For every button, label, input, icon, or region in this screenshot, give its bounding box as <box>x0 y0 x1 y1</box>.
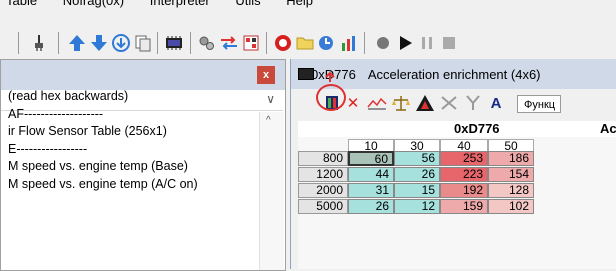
copy-page-icon[interactable] <box>132 32 154 54</box>
chevron-down-icon[interactable]: ∨ <box>266 92 275 106</box>
table-cell[interactable]: 223 <box>440 167 488 182</box>
toolbar-separator <box>58 32 59 54</box>
download-circle-icon[interactable] <box>110 32 132 54</box>
toolbar-separator <box>190 32 191 54</box>
usb-plug-icon[interactable] <box>28 32 50 54</box>
table-cell[interactable]: 44 <box>348 167 394 182</box>
table-grid-title-name: Ac <box>600 121 616 136</box>
scrollbar[interactable]: ^ <box>259 112 284 270</box>
menu-help[interactable]: Help <box>286 0 313 8</box>
table-cell[interactable]: 31 <box>348 183 394 198</box>
toolbar-separator <box>266 32 267 54</box>
table-cell[interactable]: 26 <box>348 199 394 214</box>
delete-icon[interactable]: ✕ <box>345 94 361 112</box>
triangle-a-icon[interactable] <box>415 94 435 112</box>
stop-square-icon[interactable] <box>438 32 460 54</box>
menu-bar: Table Nofrag(0x) Interpreter Utils Help <box>0 0 616 14</box>
record-icon[interactable] <box>372 32 394 54</box>
flag-chart-icon[interactable] <box>240 32 262 54</box>
row-header: 1200 <box>298 167 348 182</box>
annotation-arrow-icon <box>325 71 335 82</box>
table-name: Acceleration enrichment (4x6) <box>367 66 541 82</box>
table-grid-title-address: 0xD776 <box>454 121 500 136</box>
list-item[interactable]: M speed vs. engine temp (Base) <box>8 158 198 176</box>
chip-icon <box>298 68 314 80</box>
main-toolbar <box>0 14 616 54</box>
menu-utils[interactable]: Utils <box>235 0 260 8</box>
table-cell[interactable]: 192 <box>440 183 488 198</box>
toolbar-separator <box>157 32 158 54</box>
menu-interpreter[interactable]: Interpreter <box>150 0 210 8</box>
arrow-down-icon[interactable] <box>88 32 110 54</box>
line-chart-icon[interactable] <box>367 94 387 112</box>
swap-arrows-icon[interactable] <box>218 32 240 54</box>
list-item[interactable]: E----------------- <box>8 141 198 159</box>
table-cell[interactable]: 15 <box>394 183 440 198</box>
list-item[interactable]: ir Flow Sensor Table (256x1) <box>8 123 198 141</box>
column-header: 50 <box>488 139 534 152</box>
toolbar-separator <box>364 32 365 54</box>
row-header: 800 <box>298 151 348 166</box>
table-cell[interactable]: 26 <box>394 167 440 182</box>
close-icon[interactable]: x <box>257 66 275 84</box>
toolbar-separator <box>18 32 19 54</box>
font-a-icon[interactable]: A <box>487 94 505 112</box>
play-icon[interactable] <box>394 32 416 54</box>
table-window-title: 0xD776 Acceleration enrichment (4x6) <box>291 59 616 89</box>
table-cell[interactable]: 159 <box>440 199 488 214</box>
gears-icon[interactable] <box>196 32 218 54</box>
arrow-up-icon[interactable] <box>66 32 88 54</box>
balance-icon[interactable] <box>391 94 411 112</box>
stop-circle-icon[interactable] <box>272 32 294 54</box>
column-header: 10 <box>348 139 394 152</box>
table-cell[interactable]: 253 <box>440 151 488 166</box>
list-item[interactable]: M speed vs. engine temp (A/C on) <box>8 176 198 194</box>
clock-chart-icon[interactable] <box>316 32 338 54</box>
column-header: 30 <box>394 139 440 152</box>
table-cell[interactable]: 56 <box>394 151 440 166</box>
tab-functions[interactable]: Функц <box>517 95 561 113</box>
row-header: 2000 <box>298 183 348 198</box>
table-grid-title: 0xD776 Ac <box>298 121 616 137</box>
annotation-circle <box>316 84 346 111</box>
table-cell[interactable]: 154 <box>488 167 534 182</box>
folder-icon[interactable] <box>294 32 316 54</box>
table-cell[interactable]: 102 <box>488 199 534 214</box>
table-cell[interactable]: 128 <box>488 183 534 198</box>
pause-icon[interactable] <box>416 32 438 54</box>
axis-y-icon[interactable] <box>463 94 483 112</box>
table-cell[interactable]: 12 <box>394 199 440 214</box>
table-list: (read hex backwards) AF-----------------… <box>8 88 198 193</box>
menu-table[interactable]: Table <box>6 0 37 8</box>
menu-nofrag[interactable]: Nofrag(0x) <box>63 0 124 8</box>
table-cell[interactable]: 60 <box>348 151 394 166</box>
row-header: 5000 <box>298 199 348 214</box>
list-item[interactable]: (read hex backwards) <box>8 88 198 106</box>
chip-icon[interactable] <box>163 32 185 54</box>
left-panel-header: x <box>1 60 285 90</box>
table-grid: 0xD776 Ac 10 30 40 50 800 60 56 253 186 1200 44 26 2… <box>298 121 616 269</box>
axis-x-icon[interactable] <box>439 94 459 112</box>
column-header: 40 <box>440 139 488 152</box>
chevron-up-icon[interactable]: ^ <box>266 115 271 126</box>
list-item[interactable]: AF------------------- <box>8 106 198 124</box>
bar-chart-icon[interactable] <box>338 32 360 54</box>
menu-items: Table Nofrag(0x) Interpreter Utils Help <box>6 0 335 8</box>
table-cell[interactable]: 186 <box>488 151 534 166</box>
